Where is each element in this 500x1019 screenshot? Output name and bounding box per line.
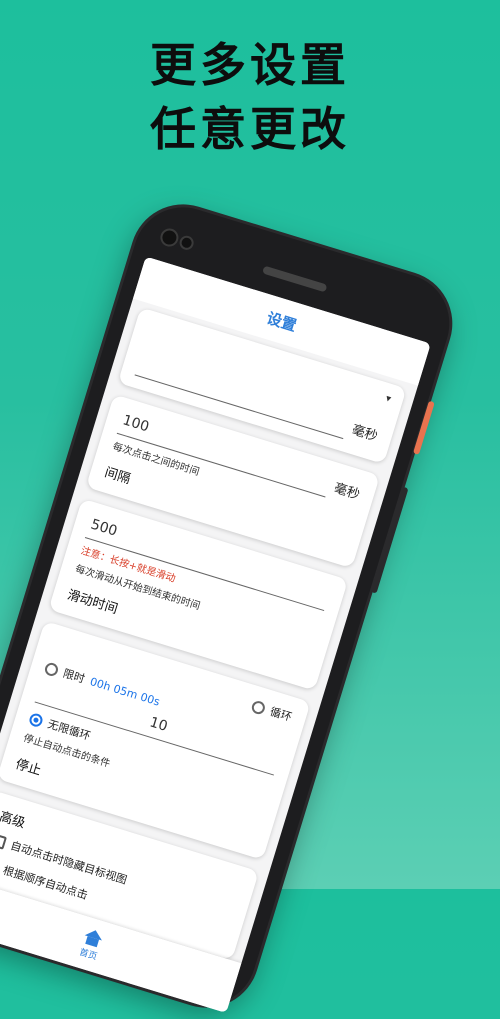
earpiece-speaker <box>262 265 328 293</box>
settings-list: ▾ 毫秒 100 毫秒 每次点击之间的时间 间隔 500 注意：长按+就是滑动 … <box>0 299 418 981</box>
power-button <box>413 400 435 455</box>
radio-icon <box>250 698 267 716</box>
phone-screen: 设置 ▾ 毫秒 100 毫秒 每次点击之间的时间 间隔 500 注意：长按+就是… <box>0 256 431 1014</box>
radio-icon <box>43 660 60 678</box>
dropdown-arrow-icon[interactable]: ▾ <box>384 393 392 405</box>
radio-selected-icon <box>28 711 45 728</box>
unit-label: 毫秒 <box>349 422 380 445</box>
unit-label: 毫秒 <box>332 481 362 503</box>
sensor-icon <box>177 234 196 252</box>
headline-line-2: 任意更改 <box>150 102 350 156</box>
checkbox-icon <box>0 832 8 850</box>
front-camera-icon <box>158 226 181 249</box>
nav-home-label[interactable]: 首页 <box>78 944 99 962</box>
phone-mockup: 设置 ▾ 毫秒 100 毫秒 每次点击之间的时间 间隔 500 注意：长按+就是… <box>0 195 462 1018</box>
headline-line-1: 更多设置 <box>150 38 350 92</box>
page-title: 设置 <box>264 308 299 335</box>
timed-option-label: 限时 <box>61 666 87 686</box>
loop-option-label: 循环 <box>268 705 294 724</box>
